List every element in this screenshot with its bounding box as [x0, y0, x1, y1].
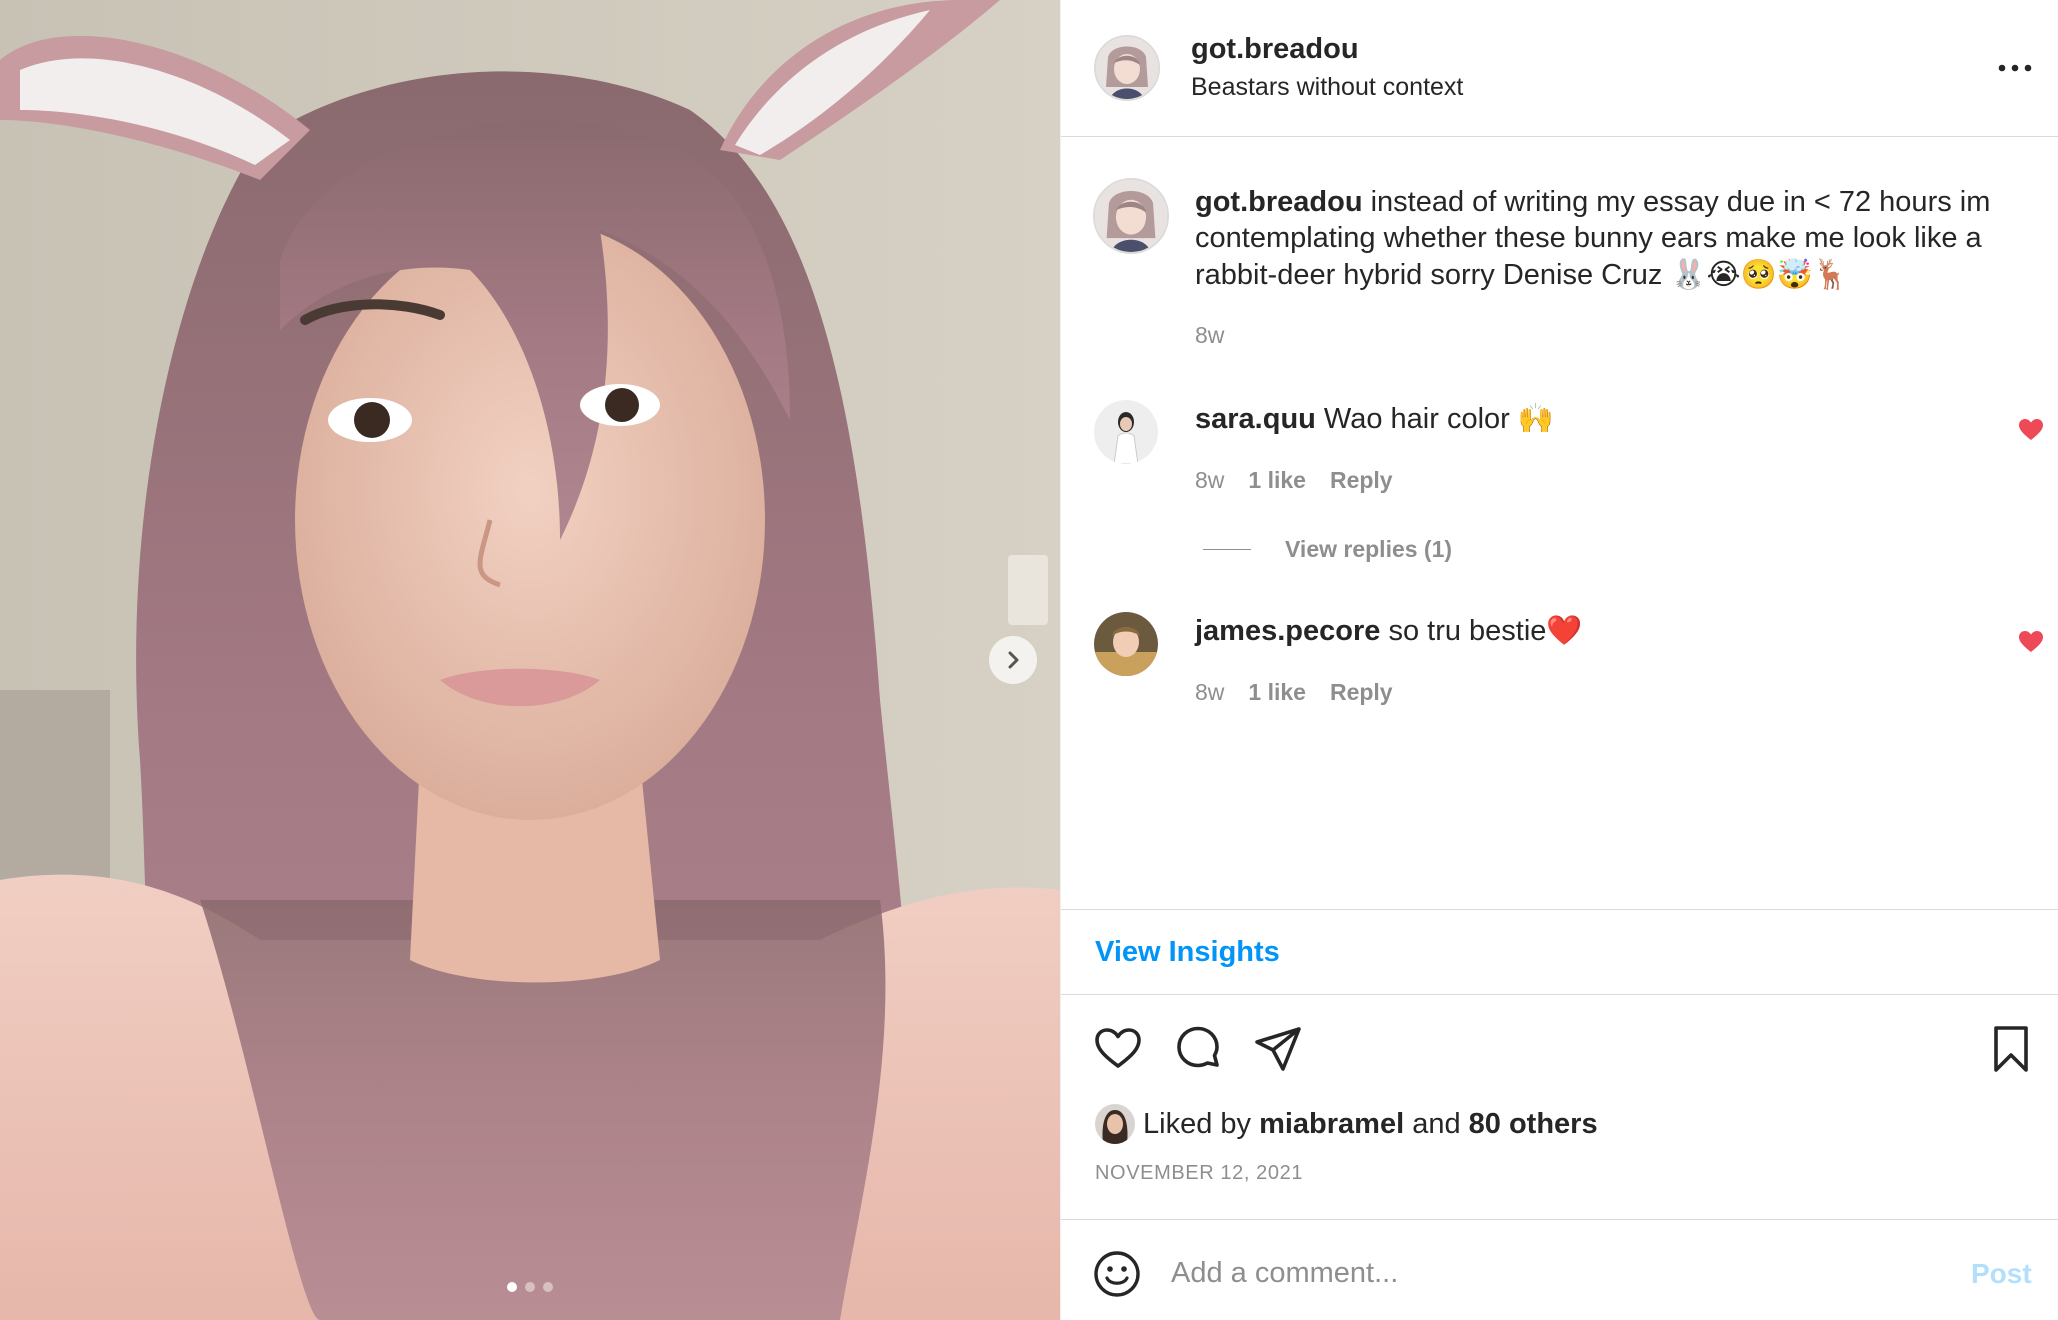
- comment-body: sara.quu Wao hair color 🙌: [1195, 400, 1554, 437]
- comment-meta: 8w 1 like Reply: [1195, 679, 1393, 706]
- comment-text: Wao hair color: [1315, 403, 1518, 435]
- liked-by-others[interactable]: 80 others: [1469, 1108, 1598, 1140]
- comment-username[interactable]: james.pecore: [1195, 615, 1380, 647]
- comment-avatar[interactable]: [1094, 612, 1158, 676]
- replies-divider-line: [1203, 549, 1251, 550]
- view-replies-button[interactable]: View replies (1): [1203, 536, 1452, 563]
- avatar-image: [1094, 612, 1158, 676]
- comment-reply-button[interactable]: Reply: [1330, 467, 1393, 494]
- comment-body: james.pecore so tru bestie❤️: [1195, 612, 1583, 649]
- comment-timestamp[interactable]: 8w: [1195, 679, 1224, 706]
- post-date[interactable]: NOVEMBER 12, 2021: [1095, 1162, 1303, 1185]
- view-insights-link[interactable]: View Insights: [1095, 936, 1280, 969]
- comment-emoji: ❤️: [1546, 613, 1583, 647]
- paper-plane-icon[interactable]: [1253, 1024, 1303, 1074]
- more-horizontal-icon: [1998, 64, 2032, 72]
- comment-avatar[interactable]: [1094, 400, 1158, 464]
- liker-avatar[interactable]: [1095, 1104, 1135, 1144]
- avatar-image: [1094, 400, 1158, 464]
- post-side-panel: got.breadou Beastars without context got…: [1060, 0, 2058, 1320]
- post-location[interactable]: Beastars without context: [1191, 73, 1463, 102]
- insights-bar: View Insights: [1061, 909, 2058, 995]
- more-options-button[interactable]: [1995, 52, 2035, 84]
- comment-timestamp[interactable]: 8w: [1195, 467, 1224, 494]
- liked-by-middle: and: [1404, 1107, 1469, 1140]
- comment-emoji: 🙌: [1517, 401, 1554, 435]
- comment-likes-count[interactable]: 1 like: [1248, 679, 1306, 706]
- comment-like-heart-icon[interactable]: [2018, 418, 2044, 442]
- likes-summary: Liked by miabramel and 80 others: [1095, 1104, 1598, 1144]
- add-comment-input[interactable]: [1171, 1248, 1911, 1298]
- liked-by-user[interactable]: miabramel: [1259, 1108, 1404, 1140]
- smiley-face-icon[interactable]: [1093, 1250, 1141, 1298]
- caption-emojis: 🐰😭🥺🤯🦌: [1670, 257, 1849, 291]
- author-avatar[interactable]: [1094, 35, 1160, 101]
- caption-avatar[interactable]: [1093, 178, 1169, 254]
- comment-likes-count[interactable]: 1 like: [1248, 467, 1306, 494]
- comment-like-heart-icon[interactable]: [2018, 630, 2044, 654]
- caption-timestamp[interactable]: 8w: [1195, 322, 1224, 349]
- post-header: got.breadou Beastars without context: [1061, 0, 2058, 137]
- bookmark-icon[interactable]: [1986, 1024, 2036, 1074]
- comment-username[interactable]: sara.quu: [1195, 403, 1316, 435]
- chevron-right-icon: [1008, 651, 1019, 669]
- post-caption: got.breadou instead of writing my essay …: [1195, 184, 2015, 293]
- avatar-image: [1096, 37, 1158, 99]
- comment-meta: 8w 1 like Reply: [1195, 467, 1393, 494]
- post-comment-button[interactable]: Post: [1971, 1258, 2032, 1290]
- post-media[interactable]: [0, 0, 1060, 1320]
- avatar-image: [1095, 1104, 1135, 1144]
- caption-username[interactable]: got.breadou: [1195, 186, 1363, 218]
- view-replies-label: View replies (1): [1285, 536, 1453, 562]
- carousel-indicator: [0, 1282, 1060, 1292]
- post-photo: [0, 0, 1060, 1320]
- comment-reply-button[interactable]: Reply: [1330, 679, 1393, 706]
- carousel-dot: [507, 1282, 517, 1292]
- comment-bubble-icon[interactable]: [1173, 1024, 1223, 1074]
- post-container: got.breadou Beastars without context got…: [0, 0, 2058, 1320]
- liked-by-prefix: Liked by: [1143, 1107, 1260, 1140]
- avatar-image: [1095, 180, 1167, 252]
- action-bar: [1061, 1024, 2058, 1074]
- author-username[interactable]: got.breadou: [1191, 33, 1359, 66]
- comment-text: so tru bestie: [1380, 615, 1547, 647]
- carousel-next-button[interactable]: [989, 636, 1037, 684]
- heart-outline-icon[interactable]: [1093, 1024, 1143, 1074]
- carousel-dot: [525, 1282, 535, 1292]
- carousel-dot: [543, 1282, 553, 1292]
- add-comment-bar: Post: [1061, 1219, 2058, 1320]
